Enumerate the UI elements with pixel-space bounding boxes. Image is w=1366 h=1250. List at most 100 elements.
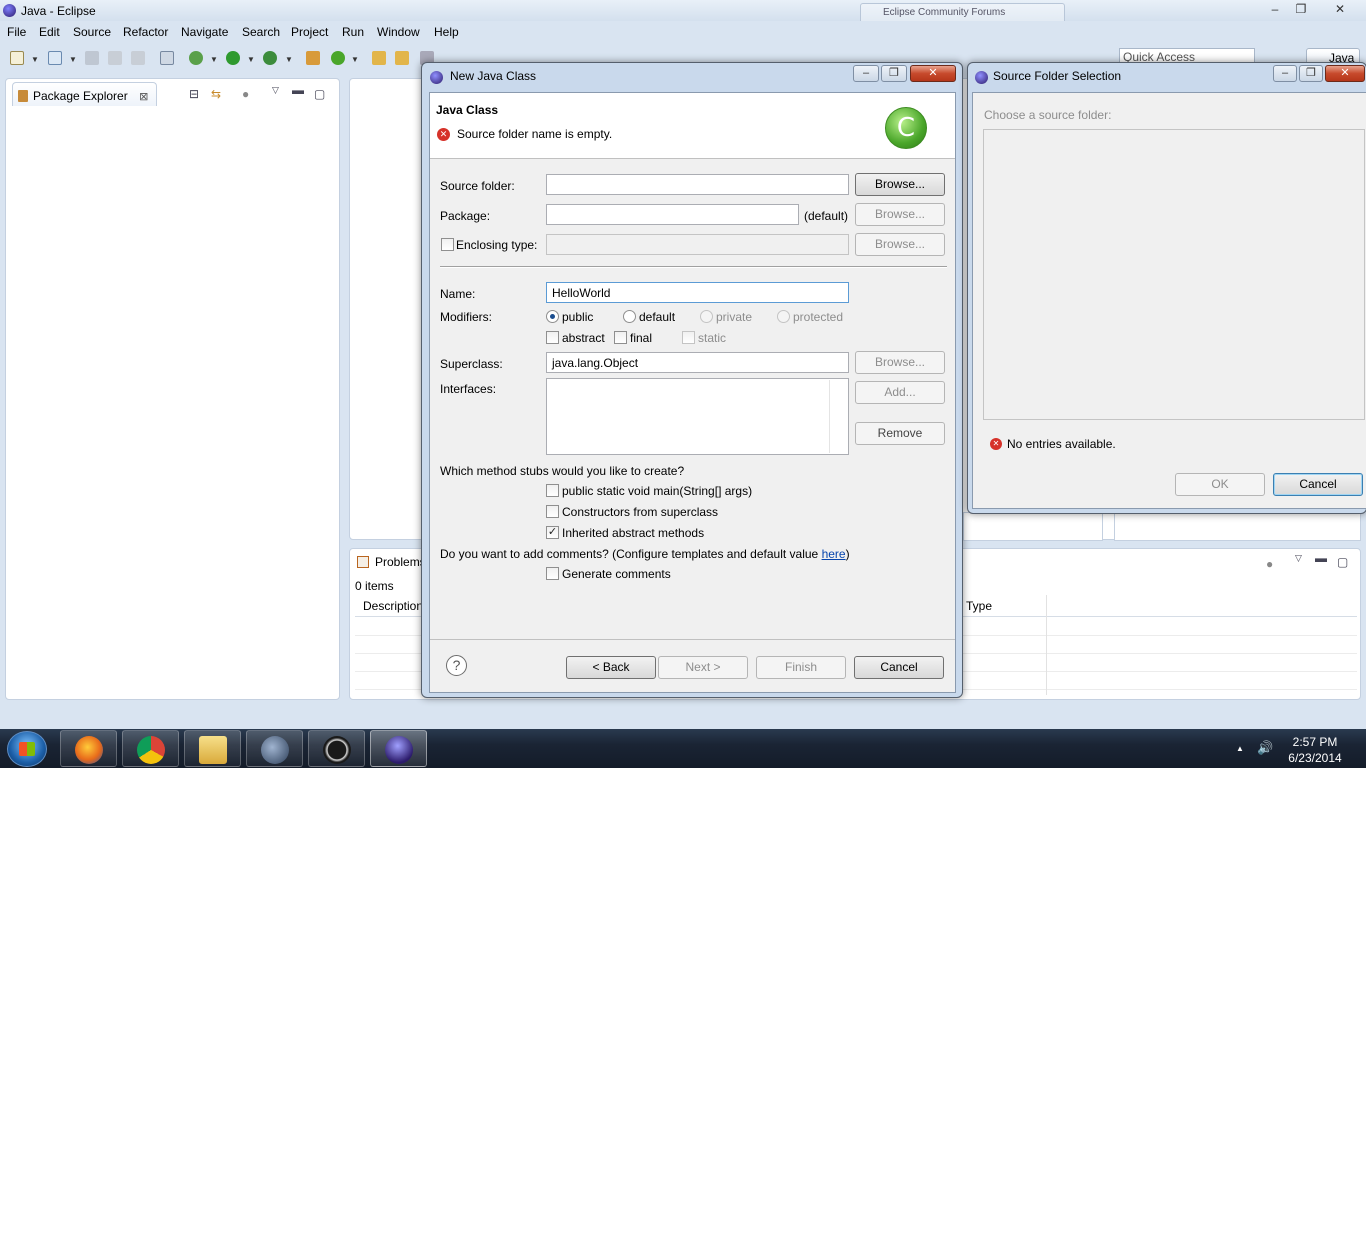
package-browse-button[interactable]: Browse... bbox=[855, 203, 945, 226]
menu-help[interactable]: Help bbox=[434, 25, 459, 39]
maximize-button[interactable]: ❐ bbox=[1288, 1, 1314, 17]
new-project-dropdown-icon[interactable]: ▼ bbox=[69, 55, 77, 64]
view-menu-icon[interactable]: ▽ bbox=[1295, 553, 1302, 564]
menu-file[interactable]: File bbox=[7, 25, 26, 39]
close-tab-icon[interactable]: ⊠ bbox=[139, 91, 148, 103]
menu-run[interactable]: Run bbox=[342, 25, 364, 39]
menu-search[interactable]: Search bbox=[242, 25, 280, 39]
open-task-icon[interactable] bbox=[395, 51, 409, 65]
taskbar-ccleaner[interactable] bbox=[308, 730, 365, 767]
constructors-checkbox[interactable] bbox=[546, 505, 559, 518]
dialog-minimize-button[interactable]: – bbox=[853, 65, 879, 82]
source-folder-list[interactable] bbox=[983, 129, 1365, 420]
dialog-maximize-button[interactable]: ❐ bbox=[1299, 65, 1323, 82]
view-menu-icon[interactable]: ▽ bbox=[272, 85, 279, 96]
collapse-all-icon[interactable]: ⊟ bbox=[189, 87, 199, 101]
enclosing-type-checkbox[interactable] bbox=[441, 238, 454, 251]
new-class-dropdown-icon[interactable]: ▼ bbox=[351, 55, 359, 64]
wizard-error-message: Source folder name is empty. bbox=[457, 127, 613, 141]
debug-dropdown-icon[interactable]: ▼ bbox=[210, 55, 218, 64]
clock-time[interactable]: 2:57 PM bbox=[1280, 735, 1350, 749]
run-external-tool-icon[interactable] bbox=[263, 51, 277, 65]
new-java-class-icon[interactable] bbox=[331, 51, 345, 65]
start-button[interactable] bbox=[7, 731, 47, 767]
open-type-icon[interactable] bbox=[372, 51, 386, 65]
minimize-view-icon[interactable]: ▬ bbox=[1315, 551, 1327, 565]
focus-task-icon[interactable]: ● bbox=[242, 87, 249, 101]
run-icon[interactable] bbox=[226, 51, 240, 65]
minimize-view-icon[interactable]: ▬ bbox=[292, 83, 304, 97]
source-folder-field[interactable] bbox=[546, 174, 849, 195]
menu-window[interactable]: Window bbox=[377, 25, 420, 39]
configure-templates-link[interactable]: here bbox=[822, 547, 846, 561]
taskbar-firefox[interactable] bbox=[60, 730, 117, 767]
list-scrollbar bbox=[829, 380, 830, 453]
modifier-default-radio[interactable] bbox=[623, 310, 636, 323]
problems-tab[interactable]: Problems bbox=[355, 555, 426, 569]
menu-source[interactable]: Source bbox=[73, 25, 111, 39]
generate-comments-checkbox[interactable] bbox=[546, 567, 559, 580]
add-interface-button[interactable]: Add... bbox=[855, 381, 945, 404]
interfaces-list[interactable] bbox=[546, 378, 849, 455]
new-java-package-icon[interactable] bbox=[306, 51, 320, 65]
print-icon[interactable] bbox=[131, 51, 145, 65]
save-icon[interactable] bbox=[85, 51, 99, 65]
taskbar-chrome[interactable] bbox=[122, 730, 179, 767]
dialog-close-button[interactable]: ✕ bbox=[910, 65, 956, 82]
column-type[interactable]: Type bbox=[966, 599, 992, 613]
modifier-private-radio[interactable] bbox=[700, 310, 713, 323]
maximize-view-icon[interactable]: ▢ bbox=[314, 87, 325, 101]
taskbar-media[interactable] bbox=[246, 730, 303, 767]
class-name-input[interactable]: HelloWorld bbox=[546, 282, 849, 303]
new-dropdown-icon[interactable]: ▼ bbox=[31, 55, 39, 64]
dialog-maximize-button[interactable]: ❐ bbox=[881, 65, 907, 82]
maximize-view-icon[interactable]: ▢ bbox=[1337, 555, 1348, 569]
superclass-browse-button[interactable]: Browse... bbox=[855, 351, 945, 374]
new-icon[interactable] bbox=[10, 51, 24, 65]
next-button[interactable]: Next > bbox=[658, 656, 748, 679]
show-hidden-icons[interactable]: ▲ bbox=[1236, 744, 1244, 753]
menubar: File Edit Source Refactor Navigate Searc… bbox=[0, 22, 1366, 42]
final-checkbox[interactable] bbox=[614, 331, 627, 344]
save-all-icon[interactable] bbox=[108, 51, 122, 65]
enclosing-type-browse-button[interactable]: Browse... bbox=[855, 233, 945, 256]
package-field[interactable] bbox=[546, 204, 799, 225]
source-folder-browse-button[interactable]: Browse... bbox=[855, 173, 945, 196]
clock-date[interactable]: 6/23/2014 bbox=[1280, 751, 1350, 765]
cancel-button[interactable]: Cancel bbox=[1273, 473, 1363, 496]
minimize-button[interactable]: – bbox=[1262, 1, 1288, 17]
superclass-field[interactable]: java.lang.Object bbox=[546, 352, 849, 373]
remove-interface-button[interactable]: Remove bbox=[855, 422, 945, 445]
new-project-icon[interactable] bbox=[48, 51, 62, 65]
taskbar-eclipse[interactable] bbox=[370, 730, 427, 767]
skip-breakpoints-icon[interactable] bbox=[160, 51, 174, 65]
menu-project[interactable]: Project bbox=[291, 25, 328, 39]
main-method-checkbox[interactable] bbox=[546, 484, 559, 497]
cancel-button[interactable]: Cancel bbox=[854, 656, 944, 679]
static-checkbox[interactable] bbox=[682, 331, 695, 344]
dialog-close-button[interactable]: ✕ bbox=[1325, 65, 1365, 82]
menu-edit[interactable]: Edit bbox=[39, 25, 60, 39]
menu-refactor[interactable]: Refactor bbox=[123, 25, 168, 39]
dialog-minimize-button[interactable]: – bbox=[1273, 65, 1297, 82]
enclosing-type-field[interactable] bbox=[546, 234, 849, 255]
inherited-methods-checkbox[interactable]: ✓ bbox=[546, 526, 559, 539]
modifier-public-radio[interactable] bbox=[546, 310, 559, 323]
menu-navigate[interactable]: Navigate bbox=[181, 25, 228, 39]
modifier-protected-radio[interactable] bbox=[777, 310, 790, 323]
package-explorer-tab[interactable]: Package Explorer ⊠ bbox=[12, 82, 158, 106]
help-icon[interactable]: ? bbox=[446, 655, 467, 676]
finish-button[interactable]: Finish bbox=[756, 656, 846, 679]
column-description[interactable]: Description bbox=[363, 599, 423, 613]
focus-task-icon[interactable]: ● bbox=[1266, 557, 1273, 571]
taskbar-explorer[interactable] bbox=[184, 730, 241, 767]
run-dropdown-icon[interactable]: ▼ bbox=[247, 55, 255, 64]
ok-button[interactable]: OK bbox=[1175, 473, 1265, 496]
external-tool-dropdown-icon[interactable]: ▼ bbox=[285, 55, 293, 64]
abstract-checkbox[interactable] bbox=[546, 331, 559, 344]
close-button[interactable]: ✕ bbox=[1327, 1, 1353, 17]
back-button[interactable]: < Back bbox=[566, 656, 656, 679]
volume-icon[interactable]: 🔊 bbox=[1257, 740, 1273, 756]
debug-icon[interactable] bbox=[189, 51, 203, 65]
link-with-editor-icon[interactable]: ⇆ bbox=[211, 87, 221, 101]
